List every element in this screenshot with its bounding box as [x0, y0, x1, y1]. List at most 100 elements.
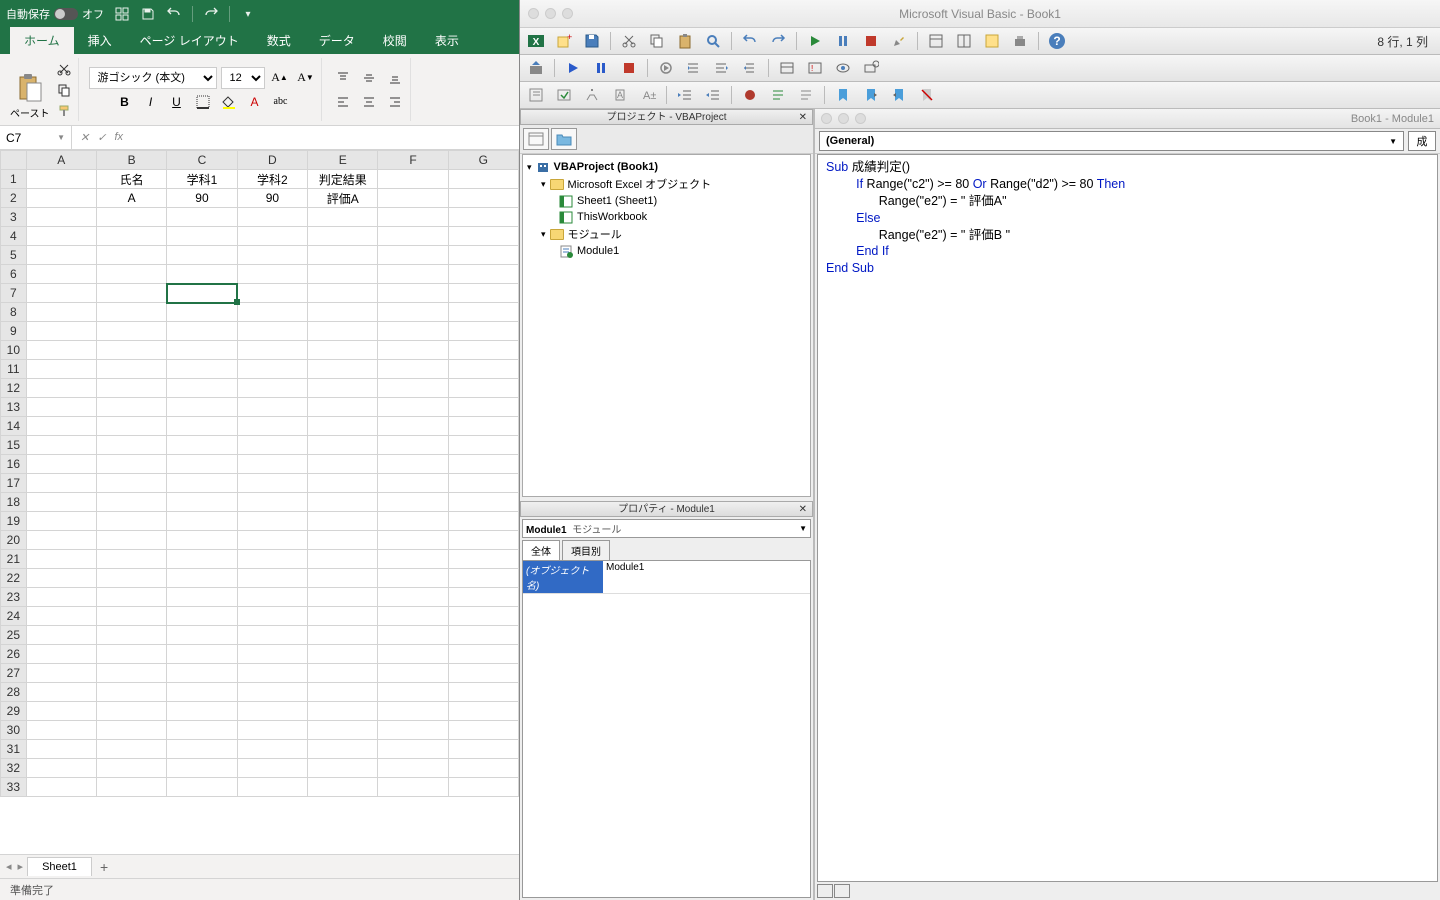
- cell-D31[interactable]: [237, 740, 307, 759]
- close-pane-icon[interactable]: ✕: [796, 110, 810, 126]
- italic-button[interactable]: I: [140, 91, 162, 113]
- cell-F15[interactable]: [378, 436, 448, 455]
- phonetic-button[interactable]: abc: [270, 91, 292, 113]
- cell-G23[interactable]: [448, 588, 518, 607]
- break-icon[interactable]: [591, 58, 611, 78]
- object-browser-icon[interactable]: [982, 31, 1002, 51]
- design-mode-icon[interactable]: [889, 31, 909, 51]
- cell-A23[interactable]: [26, 588, 96, 607]
- cell-B1[interactable]: 氏名: [96, 170, 166, 189]
- step-into-icon[interactable]: [684, 58, 704, 78]
- clear-bookmarks-icon[interactable]: [917, 85, 937, 105]
- cell-G15[interactable]: [448, 436, 518, 455]
- cell-F18[interactable]: [378, 493, 448, 512]
- undo-icon[interactable]: [740, 31, 760, 51]
- cell-A10[interactable]: [26, 341, 96, 360]
- cell-G4[interactable]: [448, 227, 518, 246]
- enter-formula-icon[interactable]: ✓: [97, 131, 106, 144]
- cell-E5[interactable]: [308, 246, 378, 265]
- cut-icon[interactable]: [619, 31, 639, 51]
- sheet-tab-sheet1[interactable]: Sheet1: [27, 857, 92, 876]
- cell-A12[interactable]: [26, 379, 96, 398]
- cell-D17[interactable]: [237, 474, 307, 493]
- cell-E32[interactable]: [308, 759, 378, 778]
- cell-F9[interactable]: [378, 322, 448, 341]
- cell-C33[interactable]: [167, 778, 237, 797]
- cell-D24[interactable]: [237, 607, 307, 626]
- cell-C31[interactable]: [167, 740, 237, 759]
- reset-icon[interactable]: [619, 58, 639, 78]
- cancel-formula-icon[interactable]: ✕: [80, 131, 89, 144]
- project-tree[interactable]: ▾VBAProject (Book1) ▾Microsoft Excel オブジ…: [522, 154, 811, 497]
- cell-G1[interactable]: [448, 170, 518, 189]
- cell-G8[interactable]: [448, 303, 518, 322]
- cell-A21[interactable]: [26, 550, 96, 569]
- row-header-31[interactable]: 31: [1, 740, 27, 759]
- cell-E13[interactable]: [308, 398, 378, 417]
- cell-D3[interactable]: [237, 208, 307, 227]
- cell-G18[interactable]: [448, 493, 518, 512]
- cell-D22[interactable]: [237, 569, 307, 588]
- cell-E10[interactable]: [308, 341, 378, 360]
- row-header-11[interactable]: 11: [1, 360, 27, 379]
- sheet-nav-prev-icon[interactable]: ◂: [4, 860, 14, 873]
- cell-F12[interactable]: [378, 379, 448, 398]
- cell-C14[interactable]: [167, 417, 237, 436]
- tab-view[interactable]: 表示: [421, 27, 473, 54]
- project-explorer-icon[interactable]: [926, 31, 946, 51]
- cell-D8[interactable]: [237, 303, 307, 322]
- indent-icon[interactable]: [675, 85, 695, 105]
- row-header-1[interactable]: 1: [1, 170, 27, 189]
- cell-F16[interactable]: [378, 455, 448, 474]
- close-icon[interactable]: [528, 8, 539, 19]
- cell-G29[interactable]: [448, 702, 518, 721]
- close-pane-icon[interactable]: ✕: [796, 502, 810, 518]
- cell-D1[interactable]: 学科2: [237, 170, 307, 189]
- row-header-21[interactable]: 21: [1, 550, 27, 569]
- cell-E1[interactable]: 判定結果: [308, 170, 378, 189]
- prop-value[interactable]: Module1: [603, 561, 810, 593]
- customize-qat-icon[interactable]: ▾: [240, 6, 256, 22]
- formula-input[interactable]: [131, 126, 519, 149]
- cell-B20[interactable]: [96, 531, 166, 550]
- cell-B19[interactable]: [96, 512, 166, 531]
- cell-F7[interactable]: [378, 284, 448, 303]
- run-sub-icon[interactable]: [563, 58, 583, 78]
- cell-G17[interactable]: [448, 474, 518, 493]
- cell-A16[interactable]: [26, 455, 96, 474]
- bold-button[interactable]: B: [114, 91, 136, 113]
- row-header-32[interactable]: 32: [1, 759, 27, 778]
- cell-G31[interactable]: [448, 740, 518, 759]
- cell-C9[interactable]: [167, 322, 237, 341]
- minimize-icon[interactable]: [545, 8, 556, 19]
- cell-G21[interactable]: [448, 550, 518, 569]
- outdent-icon[interactable]: [703, 85, 723, 105]
- cell-A5[interactable]: [26, 246, 96, 265]
- cell-D10[interactable]: [237, 341, 307, 360]
- underline-button[interactable]: U: [166, 91, 188, 113]
- find-icon[interactable]: [703, 31, 723, 51]
- cell-A4[interactable]: [26, 227, 96, 246]
- cell-E8[interactable]: [308, 303, 378, 322]
- tab-formulas[interactable]: 数式: [253, 27, 305, 54]
- zoom-icon[interactable]: [855, 113, 866, 124]
- cell-E21[interactable]: [308, 550, 378, 569]
- format-painter-icon[interactable]: [54, 102, 74, 120]
- cell-E29[interactable]: [308, 702, 378, 721]
- cell-F33[interactable]: [378, 778, 448, 797]
- cell-A11[interactable]: [26, 360, 96, 379]
- cell-B32[interactable]: [96, 759, 166, 778]
- cell-C24[interactable]: [167, 607, 237, 626]
- cell-F26[interactable]: [378, 645, 448, 664]
- row-header-25[interactable]: 25: [1, 626, 27, 645]
- name-box[interactable]: C7▼: [0, 126, 72, 149]
- cell-C20[interactable]: [167, 531, 237, 550]
- align-right-icon[interactable]: [384, 91, 406, 113]
- cell-F13[interactable]: [378, 398, 448, 417]
- cell-A28[interactable]: [26, 683, 96, 702]
- save-icon[interactable]: [582, 31, 602, 51]
- cell-D30[interactable]: [237, 721, 307, 740]
- col-header-A[interactable]: A: [26, 151, 96, 170]
- align-center-icon[interactable]: [358, 91, 380, 113]
- cell-F11[interactable]: [378, 360, 448, 379]
